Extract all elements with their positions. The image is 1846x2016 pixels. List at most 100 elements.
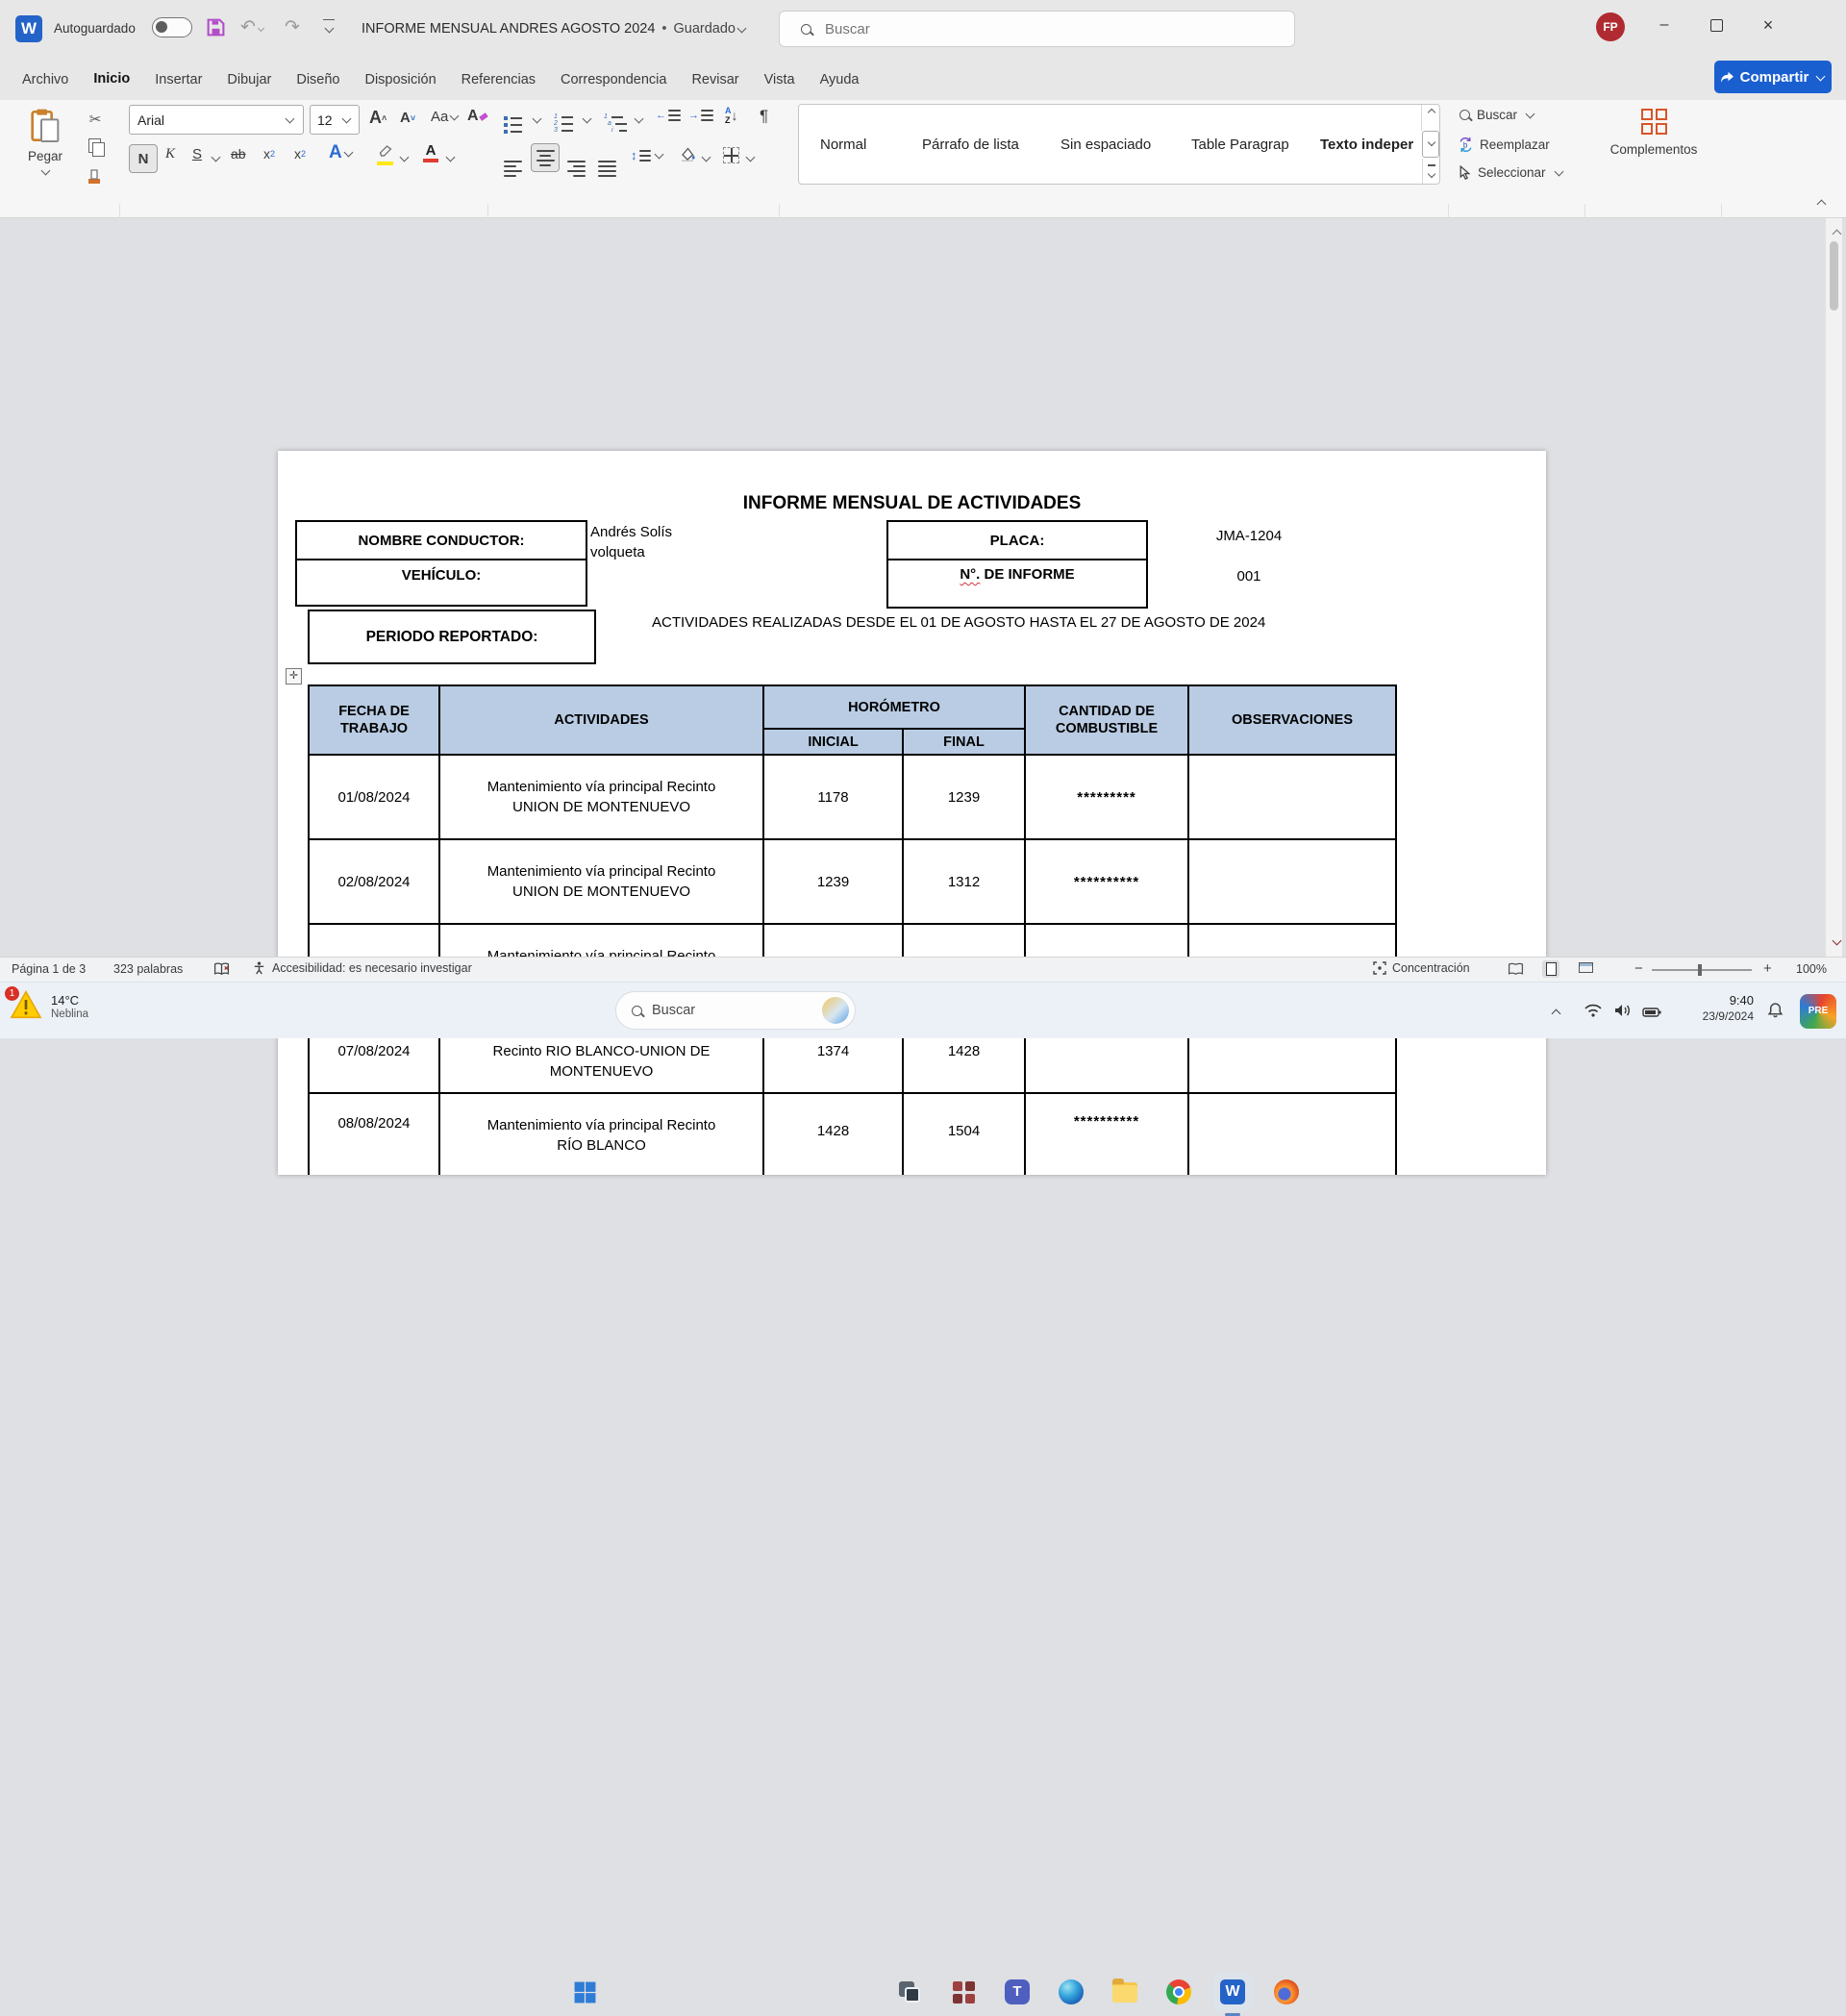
zoom-in-button[interactable]: + xyxy=(1763,960,1772,977)
cell-final[interactable]: 1312 xyxy=(903,839,1025,924)
tab-archivo[interactable]: Archivo xyxy=(10,72,81,87)
cell-actividad[interactable]: Mantenimiento vía principal Recinto UNIO… xyxy=(439,755,763,839)
avatar[interactable]: FP xyxy=(1596,12,1625,41)
col-header-horometro[interactable]: HORÓMETRO xyxy=(763,685,1025,729)
titlebar-search-box[interactable]: Buscar xyxy=(779,11,1295,47)
tab-inicio[interactable]: Inicio xyxy=(81,59,142,100)
close-button[interactable]: × xyxy=(1746,0,1790,50)
superscript-button[interactable]: x2 xyxy=(294,146,306,162)
copy-icon[interactable] xyxy=(88,138,101,153)
tab-ayuda[interactable]: Ayuda xyxy=(808,72,872,87)
scroll-down-icon[interactable] xyxy=(1833,936,1842,946)
style-parrafo-de-lista[interactable]: Párrafo de lista xyxy=(922,137,1019,153)
tab-insertar[interactable]: Insertar xyxy=(142,72,214,87)
zoom-slider-thumb[interactable] xyxy=(1698,964,1702,976)
table-move-handle[interactable]: ✛ xyxy=(286,668,302,684)
cell-observaciones[interactable] xyxy=(1188,839,1396,924)
shrink-font-icon[interactable]: A˅ xyxy=(400,110,415,126)
autosave-toggle[interactable] xyxy=(152,17,192,37)
cell-cantidad[interactable]: ********* xyxy=(1025,755,1188,839)
cell-observaciones[interactable] xyxy=(1188,1093,1396,1175)
cell-final[interactable]: 1504 xyxy=(903,1093,1025,1175)
vehiculo-box[interactable]: VEHÍCULO: xyxy=(295,559,587,607)
periodo-box[interactable]: PERIODO REPORTADO: xyxy=(308,610,596,664)
informe-label[interactable]: N°. DE INFORME xyxy=(960,566,1074,583)
word-app-icon[interactable]: W xyxy=(15,15,42,42)
page-info[interactable]: Página 1 de 3 xyxy=(12,962,86,976)
sort-icon[interactable]: AZ↓ xyxy=(725,106,738,125)
paste-button[interactable]: Pegar xyxy=(17,106,73,192)
show-paragraph-marks-icon[interactable]: ¶ xyxy=(760,107,768,126)
tray-expand-icon[interactable] xyxy=(1550,1006,1561,1024)
placa-label[interactable]: PLACA: xyxy=(990,533,1045,549)
task-view-icon[interactable] xyxy=(890,1973,929,2011)
multilevel-chevron-icon[interactable] xyxy=(635,114,644,124)
addins-button[interactable]: Complementos xyxy=(1596,106,1711,157)
style-table-paragraph[interactable]: Table Paragrap xyxy=(1191,137,1289,153)
notifications-bell-icon[interactable] xyxy=(1767,1002,1784,1023)
tab-revisar[interactable]: Revisar xyxy=(679,72,751,87)
document-title[interactable]: INFORME MENSUAL ANDRES AGOSTO 2024 • Gua… xyxy=(362,13,747,44)
cell-inicial[interactable]: 1178 xyxy=(763,755,903,839)
cell-actividad[interactable]: Mantenimiento vía principal Recinto RÍO … xyxy=(439,1093,763,1175)
vehiculo-label[interactable]: VEHÍCULO: xyxy=(402,567,482,584)
tab-disposicion[interactable]: Disposición xyxy=(352,72,448,87)
cell-fecha[interactable]: 08/08/2024 xyxy=(309,1093,439,1175)
zoom-level[interactable]: 100% xyxy=(1796,962,1827,976)
app-grid-icon[interactable] xyxy=(944,1973,983,2011)
align-left-icon[interactable] xyxy=(504,150,522,177)
volume-icon[interactable] xyxy=(1613,1004,1631,1022)
vertical-scrollbar[interactable] xyxy=(1826,218,1842,957)
format-painter-icon[interactable] xyxy=(85,167,104,191)
styles-scroll-down[interactable] xyxy=(1422,131,1439,158)
conductor-value[interactable]: Andrés Solís volqueta xyxy=(590,522,704,562)
underline-chevron-icon[interactable] xyxy=(212,153,221,162)
proofing-icon[interactable] xyxy=(213,962,230,979)
firefox-icon[interactable] xyxy=(1267,1973,1306,2011)
change-case-icon[interactable]: Aa xyxy=(431,109,460,125)
informe-box[interactable]: N°. DE INFORME xyxy=(886,559,1148,609)
read-mode-icon[interactable] xyxy=(1508,962,1524,979)
col-header-inicial[interactable]: INICIAL xyxy=(763,729,903,755)
align-center-icon[interactable] xyxy=(531,143,560,172)
text-effects-icon[interactable]: A xyxy=(329,142,354,163)
accessibility-status[interactable]: Accesibilidad: es necesario investigar xyxy=(252,960,472,976)
activities-table[interactable]: FECHA DE TRABAJO ACTIVIDADES HORÓMETRO C… xyxy=(308,684,1397,1175)
restore-button[interactable] xyxy=(1694,0,1738,50)
bullets-chevron-icon[interactable] xyxy=(533,114,542,124)
zoom-out-button[interactable]: − xyxy=(1634,960,1643,977)
strikethrough-button[interactable]: ab xyxy=(231,146,246,162)
scrollbar-thumb[interactable] xyxy=(1830,241,1838,311)
periodo-label[interactable]: PERIODO REPORTADO: xyxy=(366,629,538,646)
word-taskbar-icon[interactable]: W xyxy=(1213,1973,1252,2011)
col-header-cantidad[interactable]: CANTIDAD DE COMBUSTIBLE xyxy=(1025,685,1188,755)
save-icon[interactable] xyxy=(206,17,226,42)
increase-indent-icon[interactable]: → xyxy=(688,110,713,121)
chrome-icon[interactable] xyxy=(1160,1973,1198,2011)
taskbar-search-box[interactable]: Buscar xyxy=(615,991,856,1030)
grow-font-icon[interactable]: A˄ xyxy=(369,108,387,128)
tab-dibujar[interactable]: Dibujar xyxy=(214,72,284,87)
numbering-icon[interactable]: 123 xyxy=(554,106,573,133)
subscript-button[interactable]: x2 xyxy=(263,146,275,162)
collapse-ribbon-icon[interactable] xyxy=(1815,196,1827,214)
borders-chevron-icon[interactable] xyxy=(746,153,756,162)
informe-value[interactable]: 001 xyxy=(1201,568,1297,585)
highlight-chevron-icon[interactable] xyxy=(400,153,410,162)
cut-icon[interactable]: ✂ xyxy=(83,108,108,131)
cell-fecha[interactable]: 01/08/2024 xyxy=(309,755,439,839)
teams-icon[interactable]: T xyxy=(998,1973,1036,2011)
battery-icon[interactable] xyxy=(1642,1006,1661,1023)
wifi-icon[interactable] xyxy=(1584,1004,1602,1022)
find-button[interactable]: Buscar xyxy=(1459,108,1535,122)
numbering-chevron-icon[interactable] xyxy=(583,114,592,124)
font-family-select[interactable]: Arial xyxy=(129,105,304,135)
overlay-badge[interactable]: PRE xyxy=(1800,994,1836,1029)
tab-correspondencia[interactable]: Correspondencia xyxy=(548,72,679,87)
col-header-actividades[interactable]: ACTIVIDADES xyxy=(439,685,763,755)
style-sin-espaciado[interactable]: Sin espaciado xyxy=(1060,137,1151,153)
weather-widget[interactable]: 1 14°C Neblina xyxy=(10,990,88,1024)
customize-toolbar-icon[interactable] xyxy=(323,19,335,38)
italic-button[interactable]: K xyxy=(165,146,175,162)
document-page[interactable]: INFORME MENSUAL DE ACTIVIDADES NOMBRE CO… xyxy=(278,451,1546,1175)
